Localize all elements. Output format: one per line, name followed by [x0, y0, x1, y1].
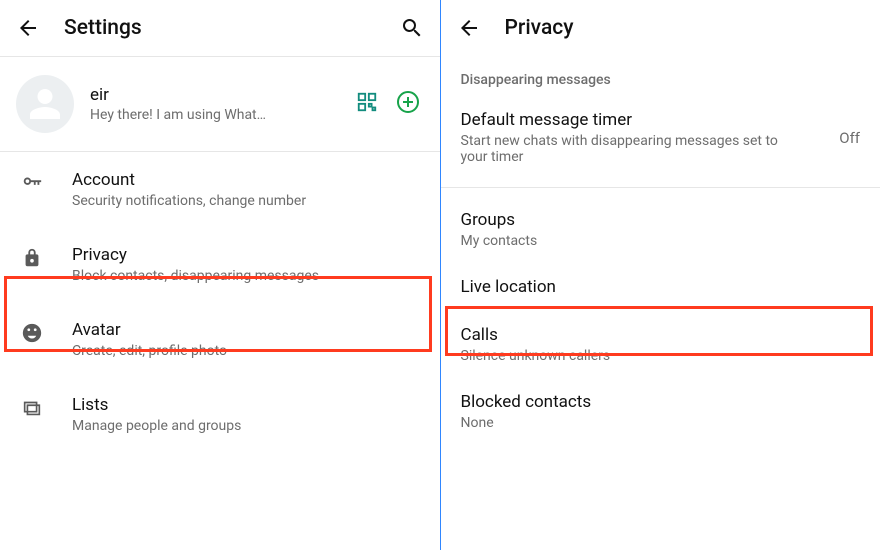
row-sub: Silence unknown callers — [461, 348, 781, 364]
row-sub: Block contacts, disappearing messages — [72, 268, 424, 284]
row-title: Default message timer — [461, 110, 840, 130]
avatar-face-icon — [20, 320, 44, 344]
privacy-item-groups[interactable]: Groups My contacts — [441, 196, 880, 263]
row-title: Groups — [461, 210, 861, 230]
row-title: Live location — [461, 277, 861, 297]
settings-pane: Settings eir Hey there! I am using What… — [0, 0, 440, 550]
privacy-item-live-location[interactable]: Live location — [441, 263, 880, 311]
search-icon[interactable] — [400, 16, 424, 40]
section-header-disappearing: Disappearing messages — [441, 56, 880, 96]
page-title: Privacy — [505, 16, 574, 40]
privacy-header: Privacy — [441, 0, 880, 56]
key-icon — [20, 170, 44, 194]
row-sub: Manage people and groups — [72, 418, 424, 434]
row-value: Off — [839, 129, 860, 147]
settings-header: Settings — [0, 0, 440, 56]
settings-item-lists[interactable]: Lists Manage people and groups — [0, 377, 440, 452]
privacy-item-default-timer[interactable]: Default message timer Start new chats wi… — [441, 96, 880, 179]
page-title: Settings — [64, 16, 142, 40]
row-title: Calls — [461, 325, 861, 345]
row-title: Lists — [72, 395, 424, 415]
row-sub: Create, edit, profile photo — [72, 343, 424, 359]
back-icon[interactable] — [16, 16, 40, 40]
profile-status: Hey there! I am using What… — [90, 107, 340, 123]
row-sub: Start new chats with disappearing messag… — [461, 133, 781, 165]
qr-code-icon[interactable] — [356, 91, 378, 117]
row-title: Avatar — [72, 320, 424, 340]
profile-name: eir — [90, 85, 340, 105]
back-icon[interactable] — [457, 16, 481, 40]
row-sub: None — [461, 415, 781, 431]
row-sub: Security notifications, change number — [72, 193, 424, 209]
lock-icon — [20, 245, 44, 269]
avatar — [16, 75, 74, 133]
row-title: Privacy — [72, 245, 424, 265]
row-sub: My contacts — [461, 233, 781, 249]
row-title: Blocked contacts — [461, 392, 861, 412]
add-circle-icon[interactable] — [396, 90, 420, 118]
row-title: Account — [72, 170, 424, 190]
settings-item-privacy[interactable]: Privacy Block contacts, disappearing mes… — [0, 227, 440, 302]
privacy-item-blocked[interactable]: Blocked contacts None — [441, 378, 880, 445]
profile-row[interactable]: eir Hey there! I am using What… — [0, 57, 440, 151]
settings-item-avatar[interactable]: Avatar Create, edit, profile photo — [0, 302, 440, 377]
settings-item-account[interactable]: Account Security notifications, change n… — [0, 152, 440, 227]
lists-icon — [20, 395, 44, 419]
privacy-item-calls[interactable]: Calls Silence unknown callers — [441, 311, 880, 378]
privacy-pane: Privacy Disappearing messages Default me… — [441, 0, 880, 550]
